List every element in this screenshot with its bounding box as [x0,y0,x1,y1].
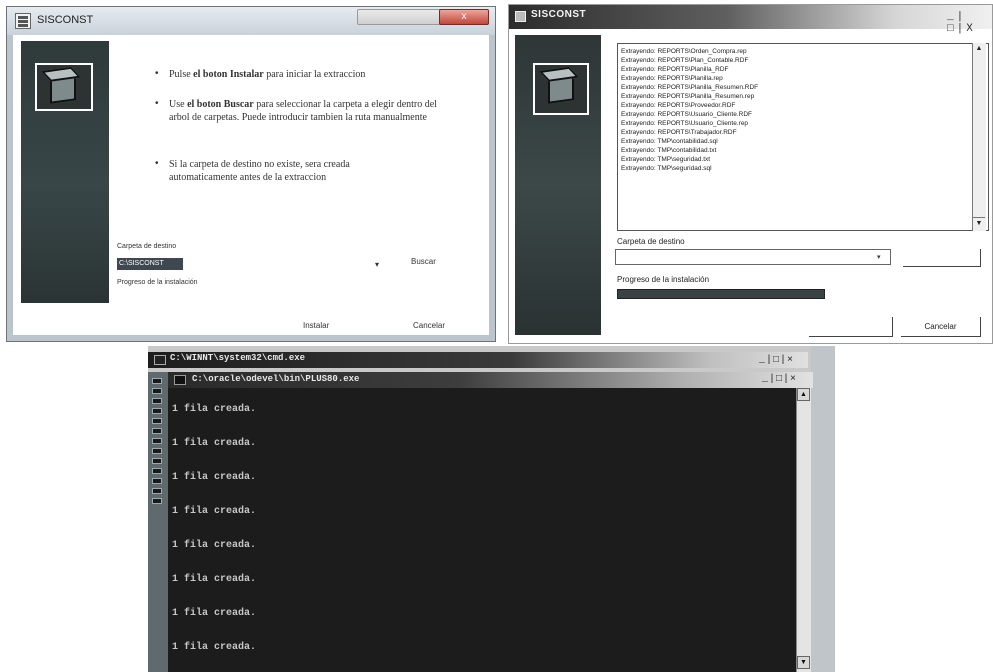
inner-window-controls[interactable]: _|□|× [762,374,797,385]
window-tab-icon[interactable] [152,498,162,504]
instalar-button[interactable]: Instalar [303,321,329,330]
close-button[interactable]: x [439,9,489,25]
log-line: Extrayendo: REPORTS\Proveedor.RDF [621,102,736,109]
instruction-instalar: Pulse el boton Instalar para iniciar la … [169,68,469,81]
log-line: Extrayendo: TMP\seguridad.txt [621,156,711,163]
instruction-text: Pulse [169,69,194,80]
dest-folder-value[interactable]: C:\SISCONST [117,258,183,270]
log-line: Extrayendo: REPORTS\Planilla_RDF [621,66,729,73]
sqlplus-icon [174,375,186,385]
instruction-emphasis: el boton Instalar [193,69,264,80]
buscar-button[interactable]: Buscar [411,257,436,266]
window-tab-icon[interactable] [152,378,162,384]
log-line: Extrayendo: REPORTS\Plan_Contable.RDF [621,57,749,64]
instruction-destino: Si la carpeta de destino no existe, sera… [169,158,409,184]
scroll-up-icon[interactable]: ▲ [797,388,810,401]
cancel-button[interactable]: Cancelar [413,321,445,330]
window-tab-icon[interactable] [152,388,162,394]
sidebar-banner [515,35,601,335]
dest-folder-combobox[interactable] [615,249,891,265]
window-tab-icon[interactable] [152,418,162,424]
extraction-log[interactable]: Extrayendo: REPORTS\Orden_Compra.rep Ext… [617,43,989,231]
log-line: Extrayendo: REPORTS\Orden_Compra.rep [621,48,747,55]
window-tab-icon[interactable] [152,458,162,464]
cmd-icon [154,355,166,365]
instruction-text: Si la carpeta de destino no existe, sera… [169,159,350,183]
window-tab-icon[interactable] [152,428,162,434]
window-tab-icon[interactable] [152,488,162,494]
installer-window-instructions: SISCONST x • Pulse el boton Instalar par… [6,6,496,342]
log-scrollbar[interactable]: ▲ ▼ [972,43,986,231]
console-line: 1 fila creada. [172,438,257,449]
window-tab-icon[interactable] [152,408,162,414]
window-tab-icon[interactable] [152,468,162,474]
window-title: SISCONST [531,9,587,20]
window-tab-icon[interactable] [152,478,162,484]
bullet-icon: • [155,158,159,169]
window-tab-icon[interactable] [152,438,162,444]
console-line: 1 fila creada. [172,404,257,415]
progress-label: Progreso de la instalación [617,275,710,284]
instruction-emphasis: el boton Buscar [187,99,254,110]
browse-button[interactable] [903,249,981,267]
dest-folder-label: Carpeta de destino [617,237,685,246]
console-window: C:\WINNT\system32\cmd.exe _|□|× C:\oracl… [148,346,835,672]
console-output[interactable]: 1 fila creada. 1 fila creada. 1 fila cre… [168,388,796,672]
progress-label: Progreso de la instalación [117,279,198,286]
inner-window-title: C:\oracle\odevel\bin\PLUS80.exe [192,374,360,384]
dialog-body: • Pulse el boton Instalar para iniciar l… [13,35,489,335]
log-line: Extrayendo: REPORTS\Planilla_Resumen.RDF [621,84,759,91]
install-button[interactable] [809,317,893,337]
log-line: Extrayendo: REPORTS\Trabajador.RDF [621,129,737,136]
app-icon [15,13,31,29]
console-line: 1 fila creada. [172,608,257,619]
log-line: Extrayendo: TMP\contabilidad.sql [621,138,718,145]
window-controls[interactable]: _|□|X [947,11,992,35]
cancel-button[interactable]: Cancelar [901,317,981,337]
log-line: Extrayendo: TMP\seguridad.sql [621,165,712,172]
log-line: Extrayendo: REPORTS\Planilla_Resumen.rep [621,93,755,100]
console-line: 1 fila creada. [172,540,257,551]
console-line: 1 fila creada. [172,472,257,483]
log-line: Extrayendo: REPORTS\Usuario_Cliente.RDF [621,111,753,118]
scroll-down-icon[interactable]: ▼ [797,656,810,669]
bullet-icon: • [155,98,159,109]
chevron-down-icon[interactable]: ▾ [877,253,881,261]
dest-folder-label: Carpeta de destino [117,243,177,250]
log-line: Extrayendo: REPORTS\Planilla.rep [621,75,723,82]
console-line: 1 fila creada. [172,506,257,517]
taskbar-strip [148,372,168,672]
sidebar-banner [21,41,109,303]
app-icon [515,11,526,22]
window-tab-icon[interactable] [152,448,162,454]
install-progress-bar [617,289,825,299]
bullet-icon: • [155,68,159,79]
console-scrollbar[interactable]: ▲ ▼ [796,388,811,672]
chevron-down-icon[interactable]: ▾ [375,260,379,269]
scroll-down-icon[interactable]: ▼ [973,217,985,230]
package-logo-icon [35,63,93,111]
window-tab-icon[interactable] [152,398,162,404]
instruction-text: para iniciar la extraccion [263,69,366,80]
installer-window-extracting: SISCONST _|□|X Extrayendo: REPORTS\Orden… [508,4,993,344]
outer-window-title: C:\WINNT\system32\cmd.exe [170,353,306,363]
window-title: SISCONST [37,14,94,26]
outer-window-controls[interactable]: _|□|× [759,355,794,366]
outer-window-frame [811,346,835,672]
console-line: 1 fila creada. [172,642,257,653]
package-logo-icon [533,63,589,115]
instruction-buscar: Use el boton Buscar para seleccionar la … [169,98,459,124]
log-line: Extrayendo: REPORTS\Usuario_Cliente.rep [621,120,749,127]
log-line: Extrayendo: TMP\contabilidad.txt [621,147,717,154]
console-line: 1 fila creada. [172,574,257,585]
instruction-text: Use [169,99,188,110]
scroll-up-icon[interactable]: ▲ [973,43,985,55]
